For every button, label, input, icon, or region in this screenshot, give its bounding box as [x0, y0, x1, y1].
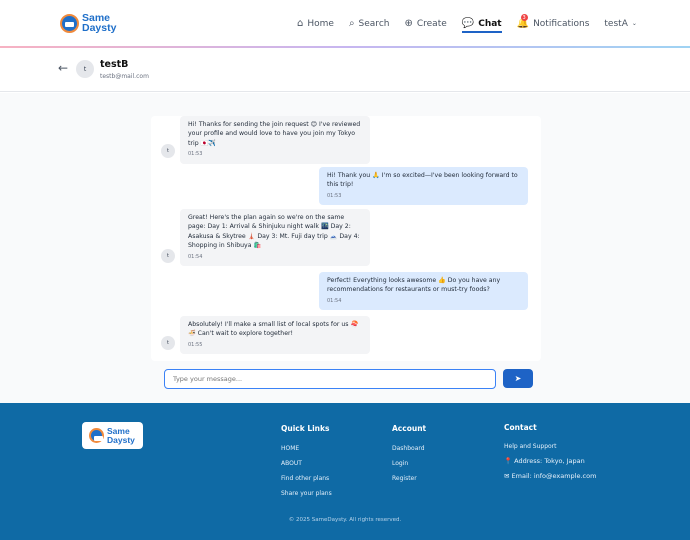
paper-plane-icon: ➤: [514, 374, 522, 383]
peer-email: testb@mail.com: [100, 73, 149, 80]
nav-chat[interactable]: 💬 Chat: [461, 18, 502, 33]
footer-link-dashboard[interactable]: Dashboard: [392, 445, 425, 452]
footer-link-login[interactable]: Login: [392, 460, 408, 467]
chat-header: ← t testB testb@mail.com: [0, 48, 690, 92]
quick-links-title: Quick Links: [281, 424, 330, 433]
message-time: 01:55: [188, 341, 203, 348]
message-bubble-outgoing: Perfect! Everything looks awesome 👍 Do y…: [319, 272, 528, 311]
nav-create-label: Create: [416, 18, 447, 29]
message-time: 01:54: [188, 253, 203, 260]
chevron-down-icon: ⌄: [631, 20, 637, 27]
site-logo[interactable]: Same Daysty: [60, 13, 116, 33]
envelope-icon: ✉: [504, 472, 510, 480]
chat-icon: 💬: [461, 18, 475, 29]
site-footer: Same Daysty Quick Links HOME ABOUT Find …: [0, 403, 690, 540]
logo-icon: [60, 13, 79, 33]
footer-link-about[interactable]: ABOUT: [281, 460, 302, 467]
notification-badge: 3: [520, 14, 528, 21]
sender-avatar: t: [161, 336, 175, 350]
footer-link-register[interactable]: Register: [392, 475, 417, 482]
nav-create[interactable]: ⊕ Create: [404, 18, 446, 29]
account-title: Account: [392, 424, 427, 433]
map-pin-icon: 📍: [504, 457, 513, 465]
sender-avatar: t: [161, 249, 175, 263]
contact-email-text: Email: info@example.com: [511, 472, 597, 480]
contact-email[interactable]: ✉ Email: info@example.com: [504, 472, 596, 480]
message-text: Great! Here's the plan again so we're on…: [188, 214, 360, 250]
message-text: Absolutely! I'll make a small list of lo…: [188, 321, 359, 338]
user-menu-label: testA: [604, 18, 628, 29]
message-text: Perfect! Everything looks awesome 👍 Do y…: [327, 277, 501, 294]
search-icon: ⌕: [348, 18, 355, 29]
peer-avatar: t: [76, 60, 94, 78]
message-bubble-incoming: Absolutely! I'll make a small list of lo…: [180, 316, 370, 355]
message-bubble-outgoing: Hi! Thank you 🙏 I'm so excited—I've been…: [319, 167, 528, 206]
nav-chat-label: Chat: [478, 18, 502, 29]
footer-link-help[interactable]: Help and Support: [504, 443, 557, 450]
copyright: © 2025 SameDaysty. All rights reserved.: [288, 517, 402, 523]
nav-home[interactable]: ⌂ Home: [297, 18, 334, 29]
message-bubble-incoming: Great! Here's the plan again so we're on…: [180, 209, 370, 267]
nav-notifications[interactable]: 🔔 3 Notifications: [517, 14, 590, 29]
message-time: 01:53: [327, 192, 342, 199]
footer-link-find-plans[interactable]: Find other plans: [281, 475, 329, 482]
nav-search[interactable]: ⌕ Search: [349, 18, 390, 29]
sender-avatar: t: [161, 144, 175, 158]
message-time: 01:53: [188, 151, 203, 158]
send-button[interactable]: ➤: [503, 369, 533, 388]
message-time: 01:54: [327, 297, 342, 304]
footer-logo[interactable]: Same Daysty: [82, 422, 143, 449]
main-nav: ⌂ Home ⌕ Search ⊕ Create 💬 Chat 🔔 3 Noti…: [297, 14, 652, 33]
contact-address-text: Address: Tokyo, Japan: [514, 457, 585, 465]
top-navbar: Same Daysty ⌂ Home ⌕ Search ⊕ Create 💬 C…: [0, 0, 690, 47]
peer-name: testB: [100, 59, 129, 70]
nav-notifications-label: Notifications: [533, 18, 590, 29]
message-bubble-incoming: Hi! Thanks for sending the join request …: [180, 116, 370, 164]
contact-title: Contact: [504, 423, 537, 432]
logo-text-line2: Daysty: [82, 22, 117, 34]
message-input-wrapper: [164, 369, 496, 389]
plus-circle-icon: ⊕: [404, 18, 413, 29]
message-text: Hi! Thank you 🙏 I'm so excited—I've been…: [327, 172, 518, 189]
message-input[interactable]: [173, 375, 487, 383]
message-text: Hi! Thanks for sending the join request …: [188, 121, 361, 147]
home-icon: ⌂: [297, 18, 304, 29]
logo-icon: [89, 428, 104, 443]
footer-link-home[interactable]: HOME: [281, 445, 299, 452]
nav-home-label: Home: [307, 18, 334, 29]
back-arrow-icon[interactable]: ←: [58, 61, 68, 75]
contact-address: 📍 Address: Tokyo, Japan: [504, 457, 585, 465]
user-menu[interactable]: testA ⌄: [604, 19, 636, 29]
footer-link-share-plans[interactable]: Share your plans: [281, 490, 332, 497]
nav-search-label: Search: [358, 18, 390, 29]
footer-logo-line2: Daysty: [107, 434, 135, 445]
